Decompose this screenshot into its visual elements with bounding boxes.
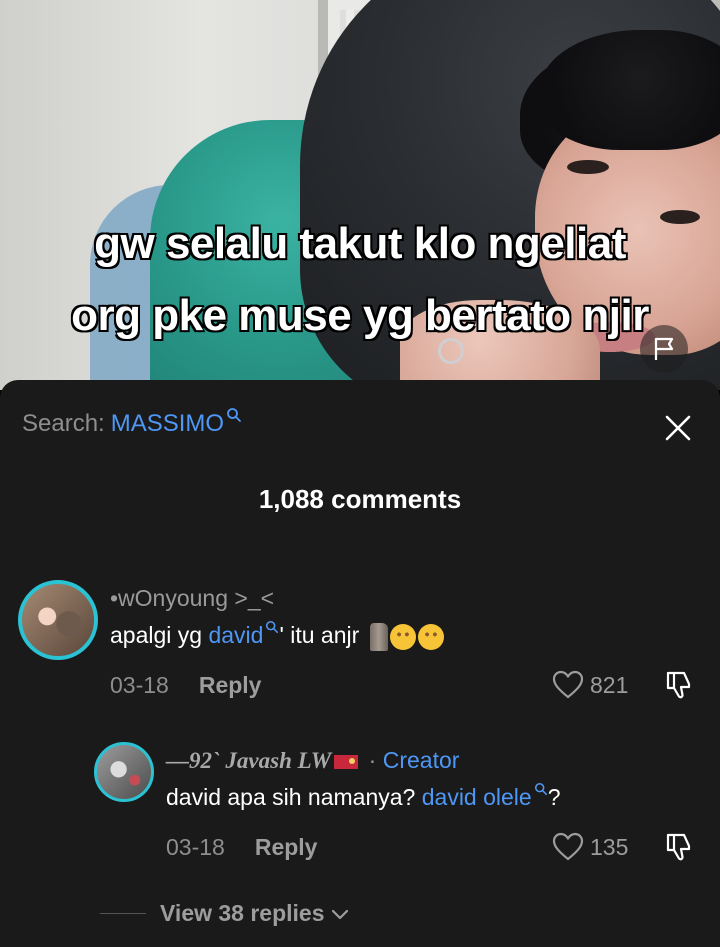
comment-text-end: ' itu anjr [279, 622, 360, 648]
video-caption-line-2: org pke muse yg bertato njir [70, 290, 650, 341]
comment-search-link[interactable]: david [208, 622, 263, 648]
creator-badge: Creator [382, 747, 460, 773]
comment-text: apalgi yg david ' itu anjr [110, 620, 444, 651]
view-replies-button[interactable]: View 38 replies [100, 900, 349, 927]
relieved-face-emoji-icon [417, 623, 444, 650]
comment-date: 03-18 [110, 672, 169, 698]
reply-button[interactable]: Reply [255, 834, 318, 860]
close-icon[interactable] [660, 410, 696, 446]
username-separator: · [362, 747, 383, 773]
video-area[interactable]: gw selalu takut klo ngeliat org pke muse… [0, 0, 720, 390]
comment-text-end: ? [547, 784, 561, 810]
comment-username-row: —92` Javash LW · Creator [166, 747, 459, 774]
thread-divider [100, 913, 146, 914]
search-icon [227, 408, 241, 422]
moai-emoji-icon [369, 622, 388, 651]
relieved-face-emoji-icon [389, 623, 416, 650]
video-bangs [540, 30, 720, 150]
search-term-link[interactable]: MASSIMO [111, 410, 224, 438]
like-count: 135 [590, 833, 629, 860]
flag-icon [654, 337, 674, 360]
search-prefix: Search: [22, 410, 105, 437]
comment-meta: 03-18 Reply [166, 834, 317, 861]
video-caption-line-1: gw selalu takut klo ngeliat [93, 218, 627, 269]
comment-text-start: apalgi yg [110, 622, 209, 648]
video-eye-left [567, 160, 609, 174]
comments-sheet: Search: MASSIMO 1,088 comments •wOnyoung… [0, 380, 720, 947]
comment-username[interactable]: •wOnyoung >_< [110, 585, 274, 612]
report-flag-button[interactable] [640, 325, 688, 373]
comment-date: 03-18 [166, 834, 225, 860]
dislike-icon[interactable] [664, 670, 694, 700]
search-icon [266, 620, 279, 634]
search-icon [534, 782, 547, 796]
comment-meta: 03-18 Reply [110, 672, 261, 699]
comments-count: 1,088 comments [258, 484, 462, 514]
like-count: 821 [590, 671, 629, 698]
like-button[interactable]: 821 [552, 670, 628, 700]
reply-button[interactable]: Reply [199, 672, 262, 698]
search-suggestion[interactable]: Search: MASSIMO [22, 408, 242, 446]
comment-text-start: david apa sih namanya? [166, 784, 422, 810]
comment-search-link[interactable]: david olele [422, 784, 532, 810]
chevron-down-icon [331, 909, 348, 919]
country-flag-icon [334, 754, 359, 769]
view-replies-label: View 38 replies [160, 900, 325, 926]
avatar[interactable] [18, 580, 98, 660]
heart-icon [552, 832, 584, 861]
dislike-icon[interactable] [664, 832, 694, 862]
like-button[interactable]: 135 [552, 832, 628, 862]
avatar[interactable] [94, 742, 154, 802]
comment-text: david apa sih namanya? david olele? [166, 782, 561, 811]
comment-username[interactable]: —92` Javash LW [166, 748, 331, 773]
heart-icon [552, 670, 584, 699]
